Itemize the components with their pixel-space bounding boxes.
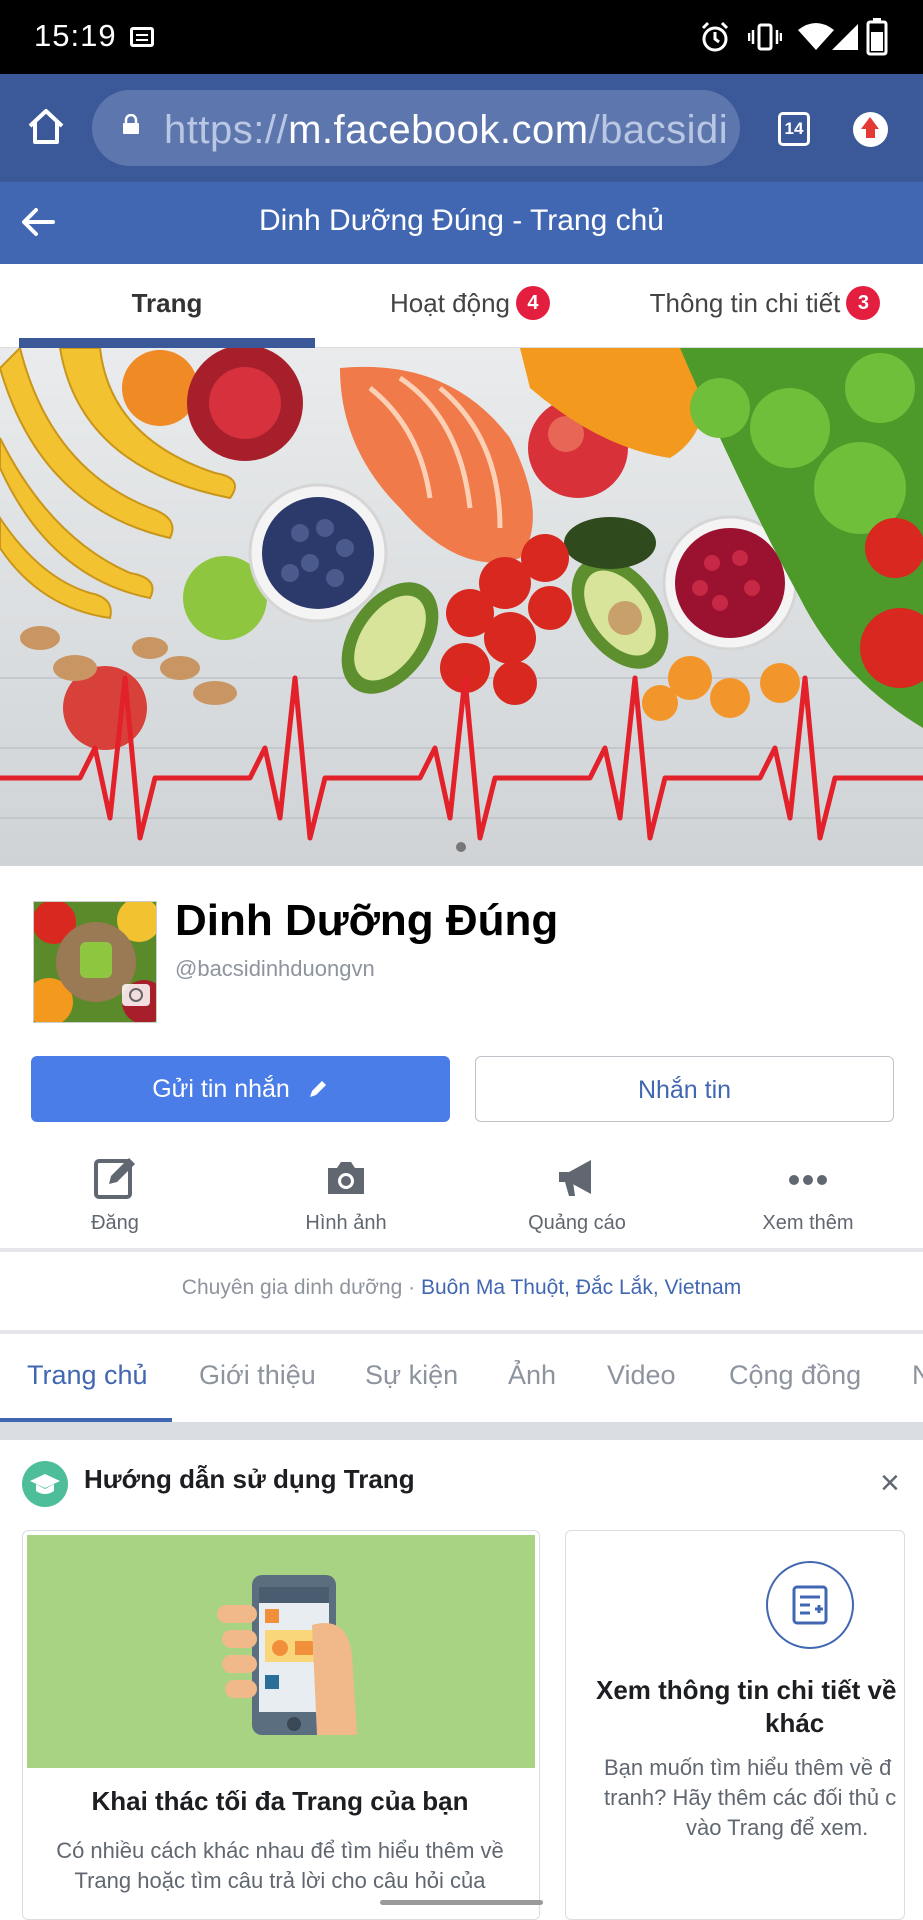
guide-card-title-line2: khác [765, 1708, 825, 1738]
guide-card-body: Có nhiều cách khác nhau để tìm hiểu thêm… [56, 1838, 504, 1893]
action-label: Đăng [91, 1212, 139, 1234]
tab-photos[interactable]: Ảnh [508, 1360, 556, 1391]
tab-more-cutoff[interactable]: N [912, 1360, 923, 1391]
carousel-dot [456, 842, 466, 852]
tab-hoat-dong[interactable]: Hoạt động 4 [330, 264, 610, 348]
guide-card-illustration [27, 1535, 535, 1768]
page-name: Dinh Dưỡng Đúng [175, 896, 559, 945]
section-separator [0, 1422, 923, 1440]
camera-icon [328, 1162, 364, 1194]
page-category: Chuyên gia dinh dưỡng · Buôn Ma Thuột, Đ… [181, 1276, 742, 1299]
page-title: Dinh Dưỡng Đúng - Trang chủ [259, 204, 664, 237]
action-photos[interactable]: Hình ảnh [256, 1150, 436, 1235]
tab-switcher-button[interactable]: 14 [778, 112, 810, 146]
send-message-button[interactable]: Gửi tin nhắn [31, 1056, 450, 1122]
tab-thong-tin-chi-tiet[interactable]: Thông tin chi tiết 3 [620, 264, 910, 348]
cover-photo[interactable] [0, 348, 923, 866]
notification-badge: 4 [515, 286, 550, 321]
battery-icon [866, 18, 888, 56]
tab-label: Trang [131, 288, 203, 318]
guide-title: Hướng dẫn sử dụng Trang [84, 1464, 415, 1494]
alarm-icon [701, 21, 729, 52]
cell-signal-icon [832, 24, 858, 50]
edit-icon [94, 1158, 135, 1199]
tab-community[interactable]: Cộng đồng [729, 1360, 861, 1391]
guide-card[interactable]: Khai thác tối đa Trang của bạn Có nhiều … [22, 1530, 540, 1920]
vibrate-icon [748, 23, 782, 51]
notification-badge: 3 [846, 286, 881, 321]
gesture-home-bar[interactable] [380, 1900, 543, 1905]
action-label: Xem thêm [762, 1212, 854, 1234]
tab-label: Thông tin chi tiết [649, 288, 841, 318]
tab-trang[interactable]: Trang [19, 264, 315, 348]
megaphone-icon [559, 1160, 591, 1196]
section-tabs: Trang chủ Giới thiệu Sự kiện Ảnh Video C… [0, 1334, 923, 1422]
graduation-cap-icon [22, 1461, 68, 1507]
active-tab-indicator [19, 338, 315, 348]
category-type: Chuyên gia dinh dưỡng [181, 1276, 403, 1299]
message-button[interactable]: Nhắn tin [475, 1056, 894, 1122]
update-icon[interactable] [853, 112, 888, 147]
status-bar: 15:19 [0, 0, 923, 74]
avatar-image [34, 902, 156, 1022]
action-post[interactable]: Đăng [25, 1150, 205, 1235]
action-label: Quảng cáo [528, 1212, 626, 1234]
browser-toolbar: https://m.facebook.com/bacsidi 14 [0, 74, 923, 182]
divider [0, 1248, 923, 1252]
url-path: /bacsidi [588, 108, 729, 152]
tab-events[interactable]: Sự kiện [365, 1360, 458, 1391]
more-icon [789, 1175, 827, 1185]
url-bar[interactable]: https://m.facebook.com/bacsidi [92, 90, 740, 166]
action-ads[interactable]: Quảng cáo [487, 1150, 667, 1235]
tab-label: Hoạt động [390, 288, 510, 318]
action-more[interactable]: Xem thêm [718, 1150, 898, 1235]
tab-videos[interactable]: Video [607, 1360, 676, 1391]
url-host: m.facebook.com [288, 108, 589, 152]
home-icon[interactable] [26, 106, 66, 146]
top-tabs: Trang Hoạt động 4 Thông tin chi tiết 3 [0, 264, 923, 348]
lock-icon [123, 114, 139, 134]
tab-home[interactable]: Trang chủ [27, 1360, 148, 1391]
action-label: Hình ảnh [305, 1212, 387, 1234]
url-scheme: https:// [164, 108, 289, 152]
message-notification-icon [130, 27, 154, 47]
pencil-icon [309, 1081, 326, 1097]
guide-card[interactable]: Xem thông tin chi tiết về c khác Bạn muố… [565, 1530, 905, 1920]
guide-card-body: Bạn muốn tìm hiểu thêm về đ tranh? Hãy t… [604, 1755, 897, 1840]
tab-about[interactable]: Giới thiệu [199, 1360, 316, 1391]
cover-image [0, 348, 923, 866]
page-handle: @bacsidinhduongvn [175, 956, 375, 981]
insights-icon [766, 1561, 854, 1649]
status-time: 15:19 [34, 18, 117, 53]
close-icon[interactable]: × [880, 1466, 900, 1500]
guide-card-title: Khai thác tối đa Trang của bạn [91, 1786, 469, 1816]
page-header: Dinh Dưỡng Đúng - Trang chủ [0, 182, 923, 264]
guide-card-title: Xem thông tin chi tiết về c [596, 1675, 905, 1705]
avatar[interactable] [33, 901, 157, 1023]
location-link[interactable]: Buôn Ma Thuột, Đắc Lắk, Vietnam [421, 1276, 741, 1299]
send-message-label: Gửi tin nhắn [152, 1075, 290, 1103]
